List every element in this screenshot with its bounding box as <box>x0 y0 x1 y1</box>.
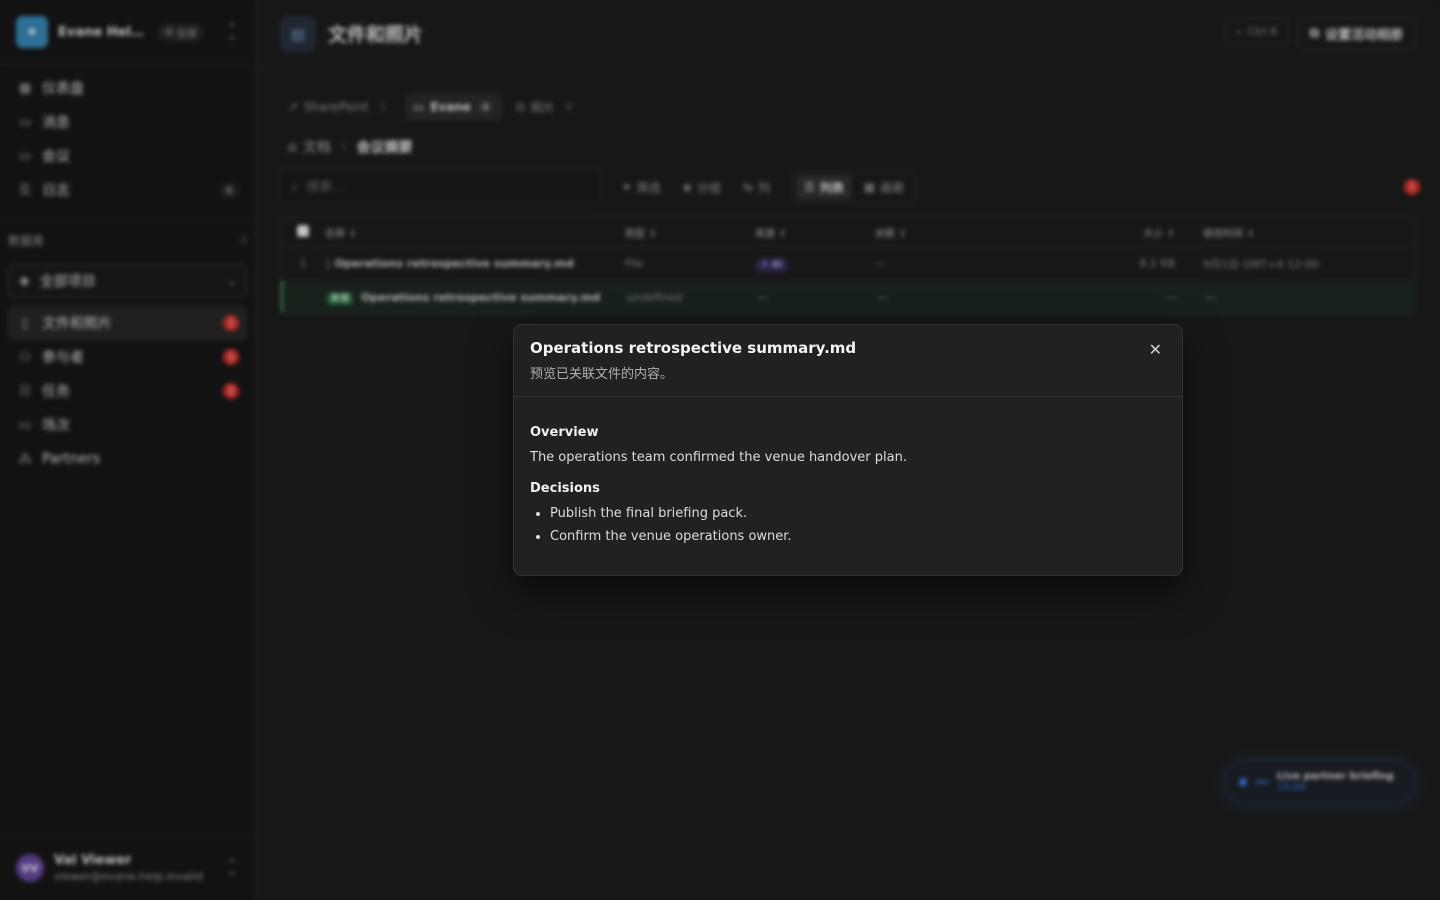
list-item: Publish the final briefing pack. <box>550 506 1166 521</box>
section-text: The operations team confirmed the venue … <box>530 450 907 465</box>
list-item: Confirm the venue operations owner. <box>550 529 1166 544</box>
decision-list: Publish the final briefing pack. Confirm… <box>550 506 1166 544</box>
dialog-body: Overview The operations team confirmed t… <box>514 397 1182 544</box>
file-preview-dialog: Operations retrospective summary.md 预览已关… <box>513 324 1183 576</box>
close-icon[interactable]: ✕ <box>1149 342 1162 358</box>
dialog-title: Operations retrospective summary.md <box>530 339 857 357</box>
dialog-header: Operations retrospective summary.md 预览已关… <box>514 325 1182 397</box>
section-heading: Decisions <box>530 481 600 496</box>
section-heading: Overview <box>530 425 599 440</box>
dialog-subtitle: 预览已关联文件的内容。 <box>530 367 674 382</box>
